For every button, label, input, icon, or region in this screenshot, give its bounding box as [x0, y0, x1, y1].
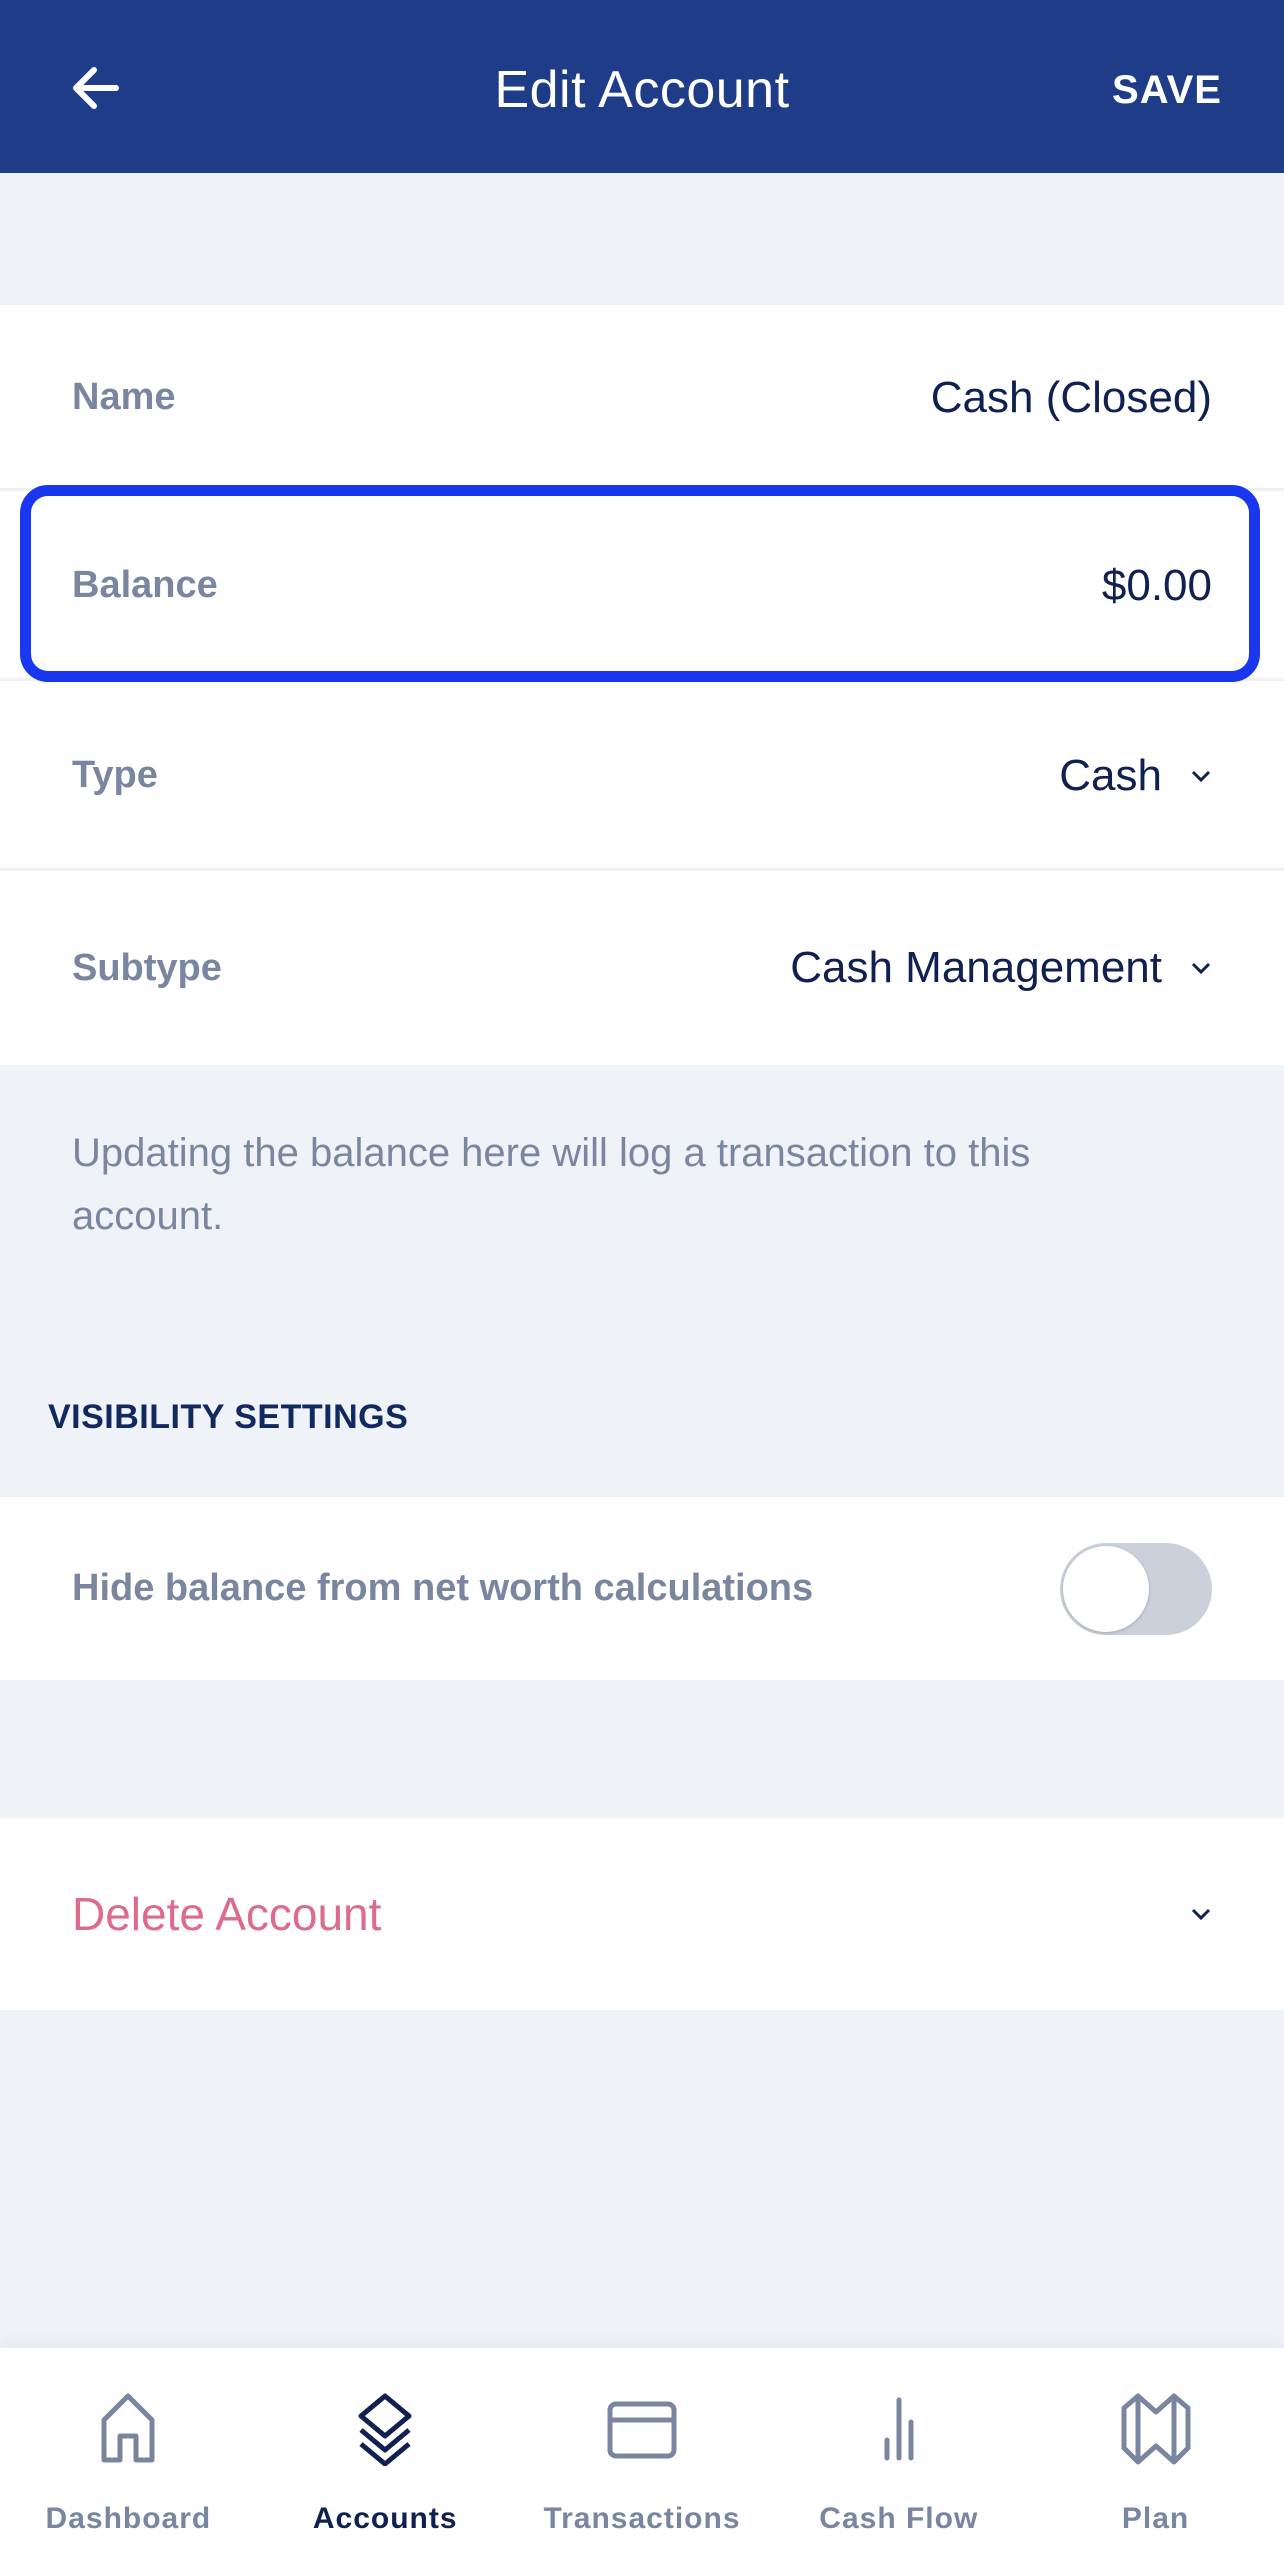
subtype-label: Subtype	[72, 946, 222, 989]
hide-balance-label: Hide balance from net worth calculations	[72, 1567, 814, 1609]
nav-label: Dashboard	[45, 2502, 212, 2535]
nav-accounts[interactable]: Accounts	[257, 2348, 514, 2572]
subtype-select[interactable]: Cash Management	[790, 943, 1212, 993]
bottom-nav: Dashboard Accounts Transactions Cash Flo…	[0, 2348, 1284, 2572]
subtype-field[interactable]: Subtype Cash Management	[0, 871, 1284, 1065]
toggle-knob	[1063, 1545, 1149, 1632]
nav-label: Plan	[1121, 2502, 1190, 2535]
balance-value[interactable]: $0.00	[1102, 561, 1212, 611]
name-value[interactable]: Cash (Closed)	[931, 373, 1212, 423]
page-title: Edit Account	[494, 61, 790, 119]
layers-icon	[358, 2393, 412, 2466]
nav-label: Transactions	[543, 2502, 741, 2535]
hide-balance-toggle[interactable]	[1060, 1542, 1212, 1635]
bar-chart-icon	[884, 2397, 914, 2461]
nav-dashboard[interactable]: Dashboard	[0, 2348, 257, 2572]
balance-help-text: Updating the balance here will log a tra…	[72, 1131, 1031, 1238]
chevron-down-icon[interactable]	[1190, 1907, 1212, 1921]
nav-label: Cash Flow	[819, 2502, 979, 2535]
nav-transactions[interactable]: Transactions	[514, 2348, 771, 2572]
app-header: Edit Account SAVE	[0, 0, 1284, 173]
nav-plan[interactable]: Plan	[1027, 2348, 1284, 2572]
chevron-down-icon	[1191, 770, 1211, 782]
nav-cash-flow[interactable]: Cash Flow	[770, 2348, 1027, 2572]
balance-label: Balance	[72, 564, 218, 606]
name-field[interactable]: Name Cash (Closed)	[0, 305, 1284, 490]
balance-field[interactable]: Balance $0.00	[0, 491, 1284, 680]
name-label: Name	[72, 376, 176, 418]
delete-account-button[interactable]: Delete Account	[72, 1887, 1190, 1941]
delete-account-row[interactable]: Delete Account	[0, 1818, 1284, 2010]
home-icon	[101, 2393, 155, 2463]
hide-balance-row: Hide balance from net worth calculations	[0, 1497, 1284, 1680]
nav-label: Accounts	[312, 2502, 458, 2535]
type-value: Cash	[1059, 750, 1162, 800]
subtype-value: Cash Management	[790, 943, 1162, 992]
map-icon	[1121, 2393, 1191, 2465]
chevron-down-icon	[1191, 962, 1211, 975]
type-field[interactable]: Type Cash	[0, 681, 1284, 870]
type-select[interactable]: Cash	[1059, 751, 1212, 801]
save-button[interactable]: SAVE	[1112, 68, 1222, 113]
credit-card-icon	[607, 2401, 677, 2459]
type-label: Type	[72, 754, 158, 796]
visibility-heading: VISIBILITY SETTINGS	[48, 1398, 409, 1436]
